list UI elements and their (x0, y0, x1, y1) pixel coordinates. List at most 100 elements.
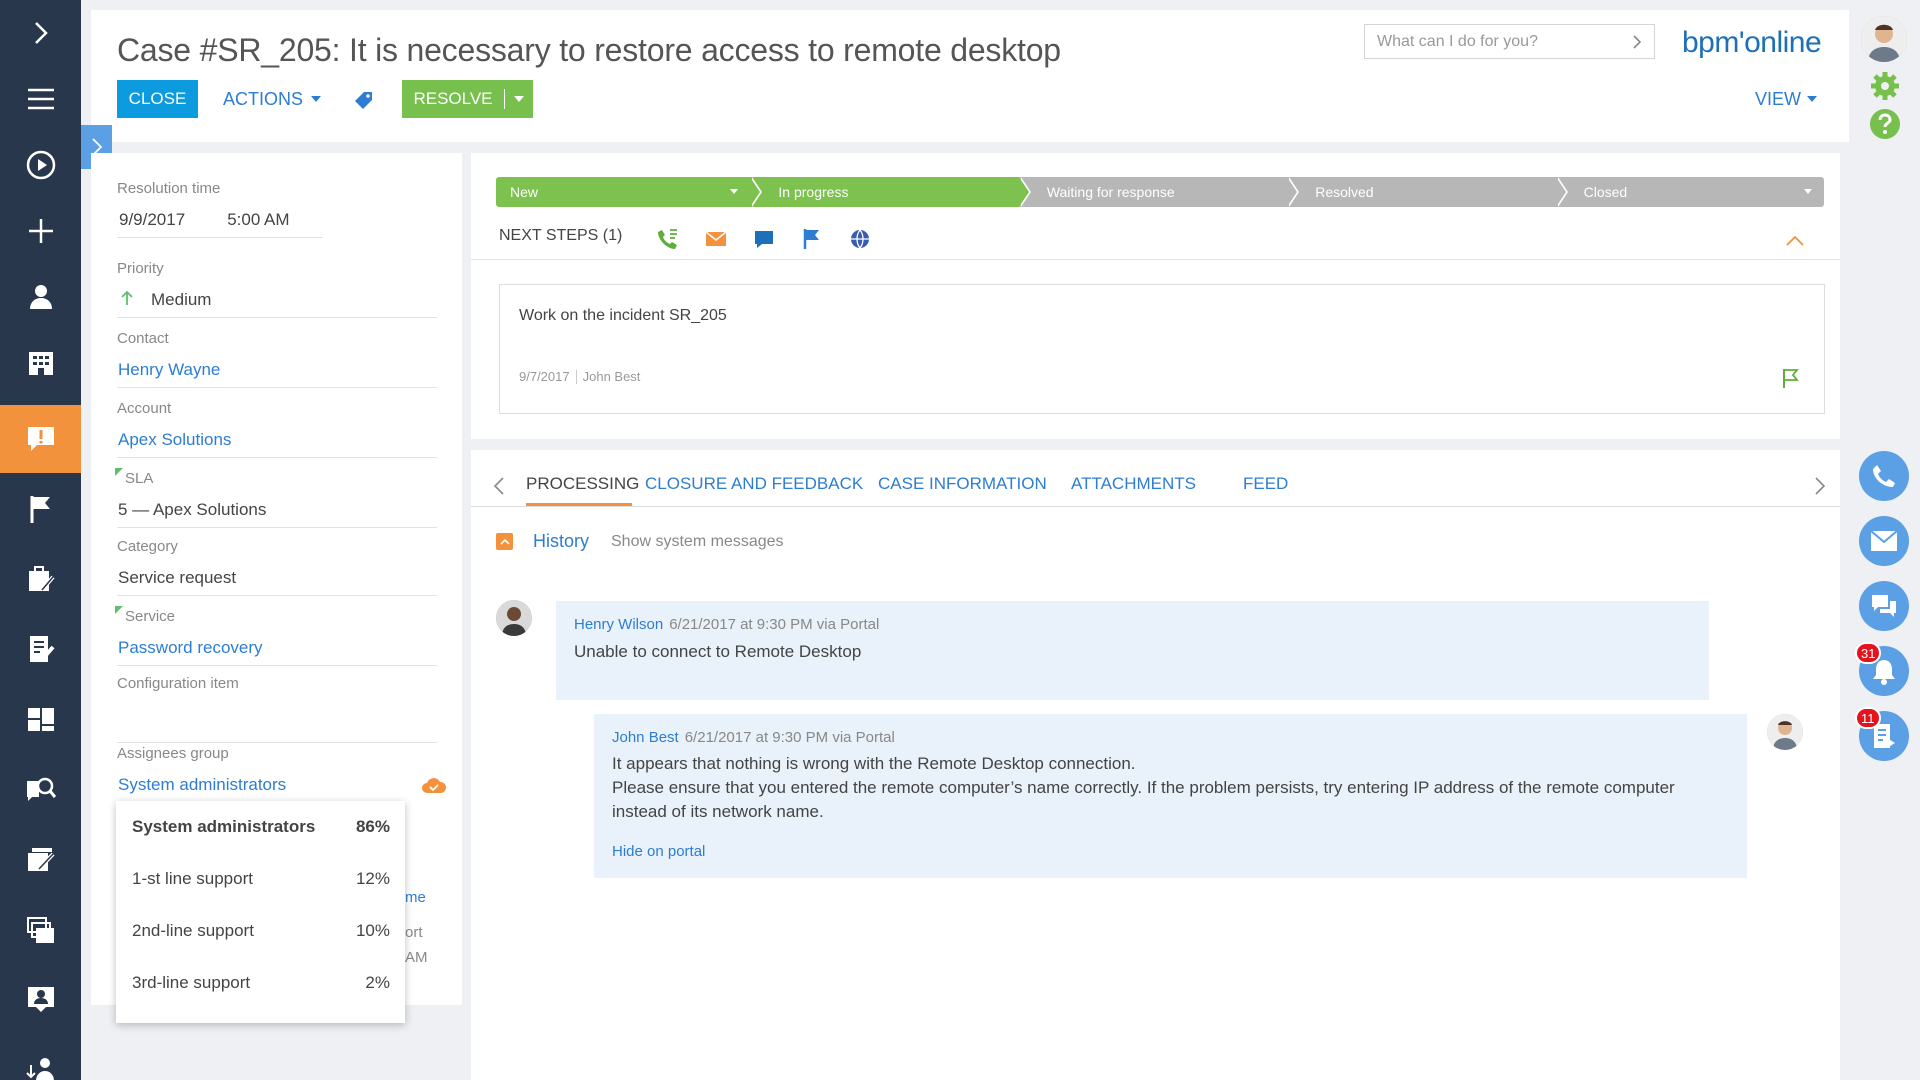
chevron-left-icon[interactable] (493, 476, 505, 496)
message-author[interactable]: Henry Wilson (574, 616, 663, 633)
assignee-option[interactable]: 3rd-line support 2% (116, 957, 405, 1009)
service-catalog-icon[interactable] (0, 546, 81, 612)
stage-new[interactable]: New (496, 177, 763, 207)
resolution-date[interactable]: 9/9/2017 (119, 210, 185, 237)
email-icon[interactable] (704, 227, 728, 251)
add-icon[interactable] (0, 198, 81, 264)
email-button[interactable] (1859, 516, 1909, 566)
show-system-messages-link[interactable]: Show system messages (611, 533, 784, 551)
stage-closed[interactable]: Closed (1555, 177, 1825, 207)
separator (575, 369, 577, 384)
assignees-group-link[interactable]: System administrators (117, 765, 437, 803)
contacts-icon[interactable] (0, 264, 81, 330)
notifications-button[interactable]: 31 (1855, 642, 1909, 696)
configuration-item-value[interactable] (117, 695, 437, 743)
help-icon[interactable] (1869, 108, 1901, 140)
knowledge-base-icon[interactable] (0, 616, 81, 682)
documents-edit-icon[interactable] (0, 826, 81, 892)
service-link[interactable]: Password recovery (117, 628, 437, 666)
stage-label: New (510, 184, 539, 200)
assignee-name: 3rd-line support (132, 973, 251, 992)
tab-feed[interactable]: FEED (1243, 474, 1288, 494)
message-author[interactable]: John Best (612, 729, 679, 746)
resolution-time-value[interactable]: 9/9/2017 5:00 AM (117, 200, 323, 238)
hide-on-portal-link[interactable]: Hide on portal (612, 843, 705, 860)
view-label: VIEW (1755, 88, 1802, 109)
priority-value[interactable]: Medium (117, 280, 437, 318)
sla-value[interactable]: 5 — Apex Solutions (117, 490, 437, 528)
stage-in-progress[interactable]: In progress (750, 177, 1031, 207)
service-field: Service Password recovery (115, 606, 437, 666)
message-meta: 6/21/2017 at 9:30 PM via Portal (669, 616, 880, 633)
resolution-time[interactable]: 5:00 AM (227, 210, 289, 237)
task-title[interactable]: Work on the incident SR_205 (519, 307, 727, 325)
tasks-button[interactable]: 11 (1855, 707, 1909, 761)
process-play-icon[interactable] (0, 132, 81, 198)
stage-waiting-for-response[interactable]: Waiting for response (1018, 177, 1300, 207)
menu-icon[interactable] (0, 66, 81, 132)
tab-processing[interactable]: PROCESSING (526, 474, 639, 494)
brand-logo: bpm'online (1682, 26, 1822, 59)
view-dropdown-button[interactable]: VIEW (1755, 80, 1818, 118)
employees-icon[interactable] (0, 966, 81, 1032)
globe-icon[interactable] (848, 227, 872, 251)
actions-dropdown-button[interactable]: ACTIONS (223, 80, 322, 118)
history-section-title[interactable]: History (533, 531, 589, 552)
collapse-history-button[interactable] (496, 533, 513, 550)
stage-arrow (1018, 177, 1029, 207)
assignee-option[interactable]: 2nd-line support 10% (116, 905, 405, 957)
chat-button[interactable] (1859, 581, 1909, 631)
assignee-option[interactable]: 1-st line support 12% (116, 853, 405, 905)
assignee-option[interactable]: System administrators 86% (116, 801, 405, 853)
chevron-right-icon[interactable] (1814, 476, 1826, 496)
phone-icon (1873, 465, 1895, 487)
account-link[interactable]: Apex Solutions (117, 420, 437, 458)
user-profile-avatar[interactable] (1861, 16, 1907, 62)
priority-field: Priority Medium (117, 260, 437, 318)
category-value[interactable]: Service request (117, 558, 437, 596)
field-label: SLA (115, 468, 437, 490)
assignee-prediction-popup: System administrators 86% 1-st line supp… (116, 801, 405, 1023)
search-knowledge-icon[interactable] (0, 756, 81, 822)
chevron-up-icon[interactable] (1785, 235, 1805, 247)
tag-icon[interactable] (354, 90, 374, 110)
command-search-input[interactable]: What can I do for you? (1364, 24, 1655, 59)
tab-closure-and-feedback[interactable]: CLOSURE AND FEEDBACK (645, 474, 863, 494)
case-tabs-panel: PROCESSING CLOSURE AND FEEDBACK CASE INF… (471, 450, 1840, 1080)
settings-gear-icon[interactable] (1869, 70, 1901, 102)
message-line: Please ensure that you entered the remot… (612, 778, 1675, 797)
dashboards-icon[interactable] (0, 686, 81, 752)
flag-icon[interactable] (0, 476, 81, 542)
resolve-label: RESOLVE (413, 89, 493, 108)
next-steps-title[interactable]: NEXT STEPS (1) (499, 227, 622, 245)
accounts-icon[interactable] (0, 330, 81, 396)
history-message: Henry Wilson 6/21/2017 at 9:30 PM via Por… (556, 601, 1709, 700)
caret-down-icon (514, 96, 524, 102)
resolve-button[interactable]: RESOLVE (402, 80, 533, 118)
field-label: Service (115, 606, 437, 628)
close-button[interactable]: CLOSE (117, 80, 198, 118)
tab-attachments[interactable]: ATTACHMENTS (1071, 474, 1196, 494)
contact-link[interactable]: Henry Wayne (117, 350, 437, 388)
next-step-card[interactable]: Work on the incident SR_205 9/7/2017 Joh… (499, 284, 1825, 414)
resolve-dropdown-arrow[interactable] (505, 96, 533, 102)
expand-nav-icon[interactable] (0, 0, 81, 66)
assignee-percent: 2% (365, 973, 390, 992)
assignee-name: 2nd-line support (132, 921, 254, 940)
users-download-icon[interactable] (0, 1036, 81, 1080)
chat-icon[interactable] (752, 227, 776, 251)
stage-arrow (1287, 177, 1298, 207)
field-label: Category (117, 538, 178, 555)
stage-resolved[interactable]: Resolved (1287, 177, 1568, 207)
notifications-badge: 31 (1855, 642, 1882, 664)
changes-icon[interactable] (0, 898, 81, 964)
case-stages-panel: New In progress Waiting for response Res… (471, 153, 1840, 439)
sla-field: SLA 5 — Apex Solutions (115, 468, 437, 528)
cloud-prediction-icon[interactable] (421, 775, 447, 795)
flag-outline-icon[interactable] (1780, 367, 1800, 389)
cases-icon[interactable] (0, 405, 81, 473)
flag-icon[interactable] (800, 227, 824, 251)
tab-case-information[interactable]: CASE INFORMATION (878, 474, 1047, 494)
phone-button[interactable] (1859, 451, 1909, 501)
call-icon[interactable] (656, 227, 680, 251)
